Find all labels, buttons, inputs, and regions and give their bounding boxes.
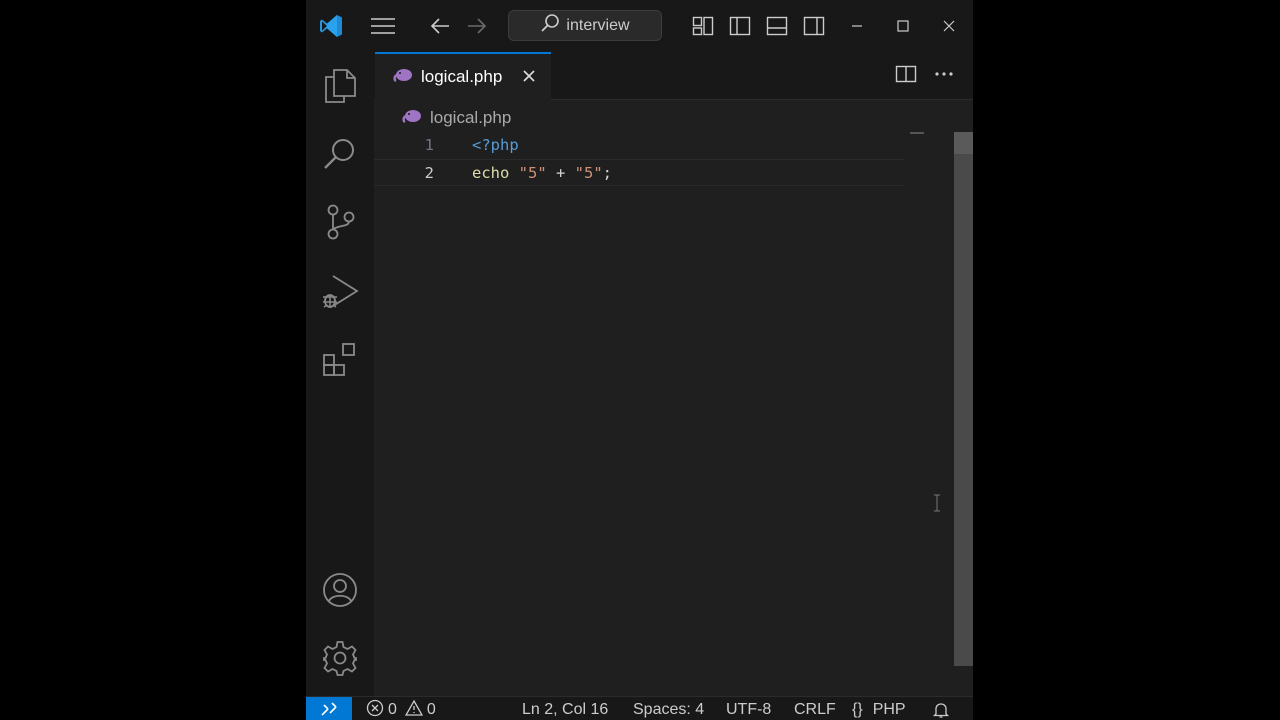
text-cursor-icon (933, 494, 941, 512)
activity-bar (306, 52, 374, 696)
run-and-debug-icon[interactable] (320, 272, 360, 312)
toggle-panel-icon[interactable] (764, 13, 790, 39)
encoding[interactable]: UTF-8 (726, 699, 771, 720)
line-number: 1 (424, 136, 434, 154)
tab-logical-php[interactable]: logical.php (375, 52, 551, 100)
warning-count: 0 (426, 701, 436, 718)
explorer-icon[interactable] (320, 66, 360, 106)
close-window-icon[interactable] (936, 13, 962, 39)
more-actions-icon[interactable] (933, 64, 955, 89)
php-open-tag: <?php (472, 136, 519, 154)
tab-label: logical.php (421, 67, 503, 86)
search-icon[interactable] (320, 134, 360, 174)
editor-tab-bar: logical.php (374, 52, 973, 100)
breadcrumb[interactable]: logical.php (402, 106, 511, 130)
command-center-search[interactable]: interview (508, 10, 662, 41)
status-bar: 0 0 Ln 2, Col 16 Spaces: 4 UTF-8 CRLF {}… (306, 696, 973, 720)
source-control-icon[interactable] (320, 202, 360, 242)
back-arrow-icon[interactable] (427, 13, 453, 39)
code-line-current[interactable]: 2 echo "5" + "5"; (374, 159, 904, 186)
editor-actions (895, 64, 955, 89)
forward-arrow-icon[interactable] (464, 13, 490, 39)
semicolon: ; (602, 164, 613, 182)
remote-indicator-icon[interactable] (306, 697, 352, 720)
search-icon (540, 13, 560, 38)
cursor-position[interactable]: Ln 2, Col 16 (522, 699, 608, 720)
string-literal: "5" (518, 164, 547, 182)
language-label: PHP (872, 701, 906, 718)
line-number: 2 (424, 164, 434, 182)
indentation[interactable]: Spaces: 4 (633, 699, 704, 720)
search-text: interview (566, 16, 630, 34)
php-elephant-icon (402, 108, 422, 129)
maximize-icon[interactable] (890, 13, 916, 39)
problems-indicator[interactable]: 0 0 (366, 699, 436, 720)
braces-icon: {} (852, 701, 863, 718)
error-icon (366, 699, 384, 720)
close-tab-icon[interactable] (519, 66, 539, 86)
minimize-icon[interactable] (844, 13, 870, 39)
customize-layout-icon[interactable] (690, 13, 716, 39)
scrollbar-thumb[interactable] (954, 132, 973, 154)
bell-icon[interactable] (932, 699, 950, 720)
extensions-icon[interactable] (320, 340, 360, 380)
plus-operator: + (546, 164, 575, 182)
vscode-logo-icon (318, 13, 344, 39)
menu-icon[interactable] (370, 13, 396, 39)
php-elephant-icon (393, 67, 413, 88)
error-count: 0 (388, 701, 397, 718)
code-editor[interactable]: 1 <?php 2 echo "5" + "5"; (374, 132, 904, 186)
language-mode[interactable]: {} PHP (852, 699, 906, 720)
code-line[interactable]: 1 <?php (374, 132, 904, 159)
toggle-primary-sidebar-icon[interactable] (727, 13, 753, 39)
string-literal: "5" (574, 164, 603, 182)
end-of-line[interactable]: CRLF (794, 699, 836, 720)
warning-icon (404, 699, 424, 720)
echo-keyword: echo (472, 164, 510, 182)
manage-gear-icon[interactable] (320, 638, 360, 678)
accounts-icon[interactable] (320, 570, 360, 610)
toggle-secondary-sidebar-icon[interactable] (801, 13, 827, 39)
vertical-scrollbar[interactable] (954, 132, 973, 666)
minimap[interactable] (910, 132, 924, 134)
vscode-window: interview logical.php logical.php 1 <?ph… (306, 0, 973, 720)
breadcrumb-file[interactable]: logical.php (430, 108, 511, 128)
split-editor-icon[interactable] (895, 64, 917, 89)
title-bar: interview (306, 0, 973, 52)
